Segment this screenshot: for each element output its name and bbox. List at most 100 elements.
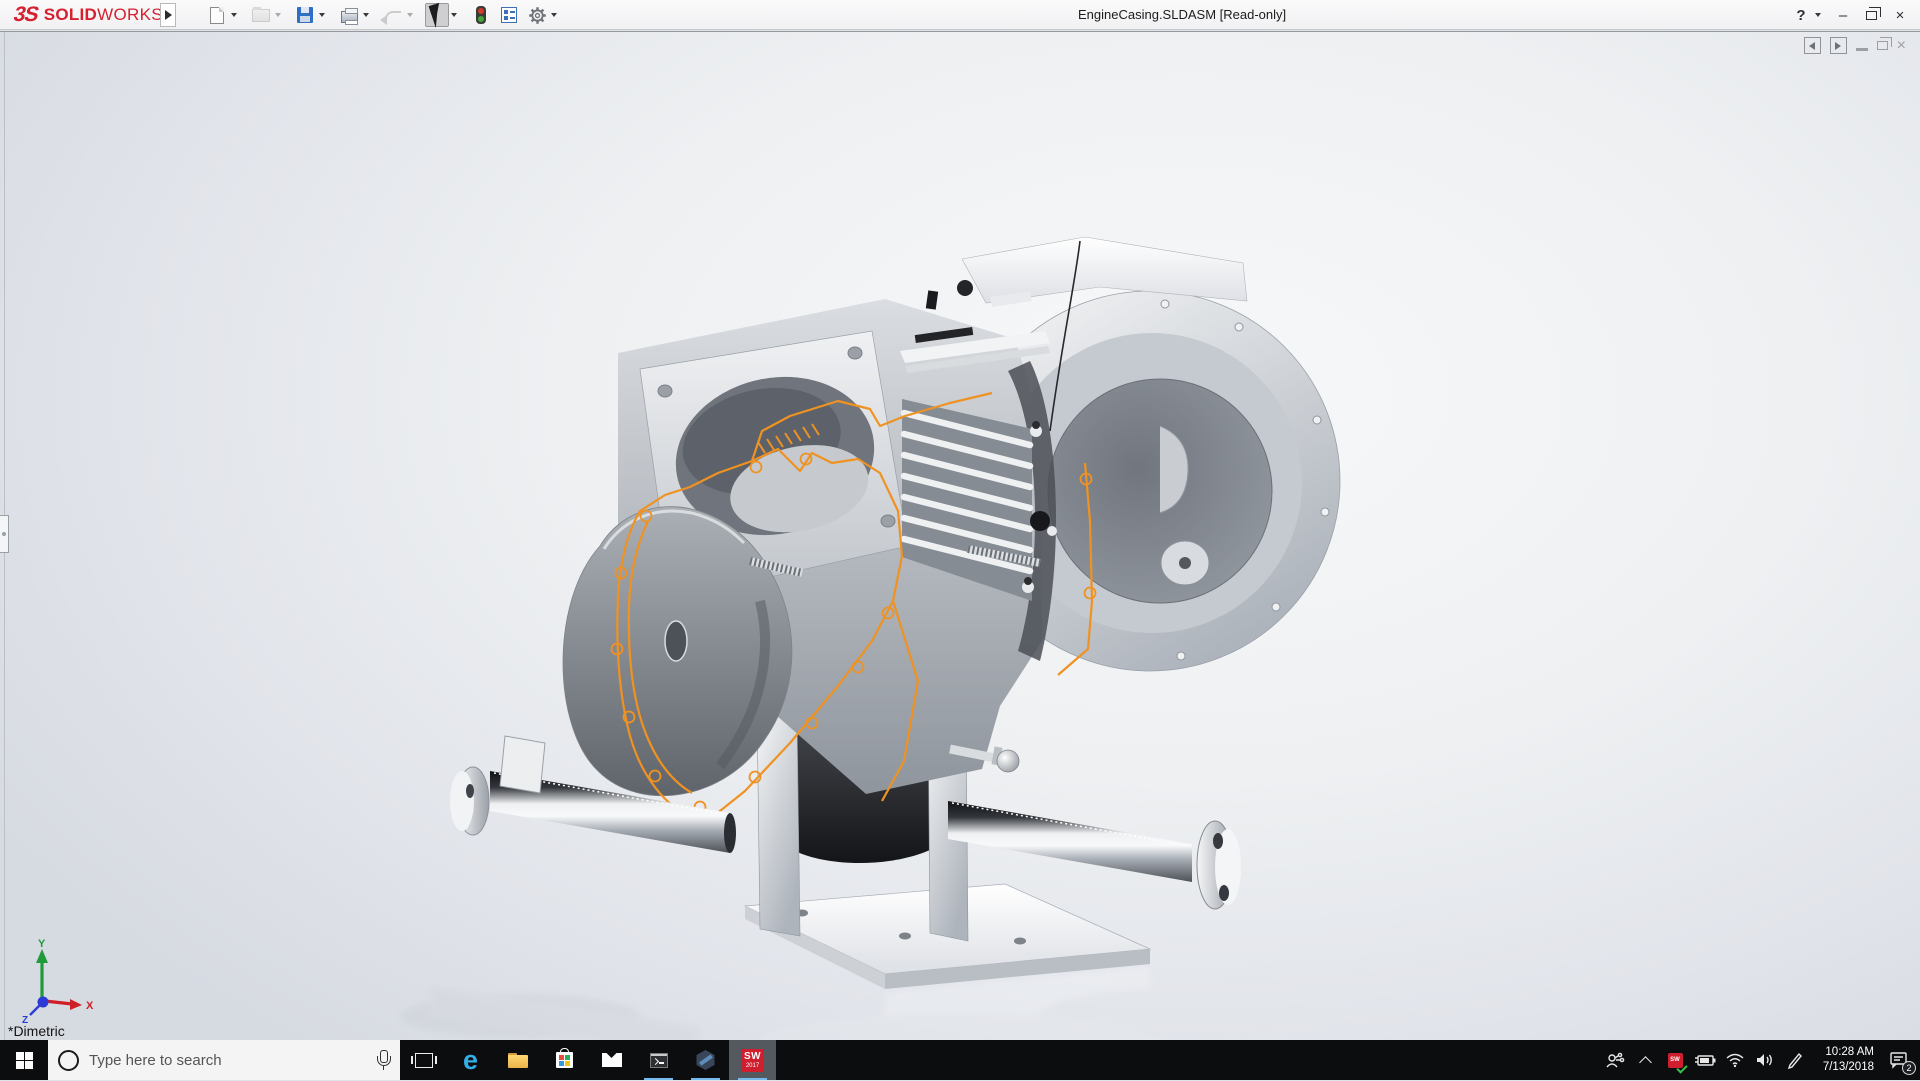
x-axis-label: X xyxy=(86,1000,94,1012)
print-icon xyxy=(341,11,358,23)
clock-time: 10:28 AM xyxy=(1825,1045,1874,1060)
save-floppy-icon xyxy=(297,7,313,23)
wifi-icon xyxy=(1725,1052,1745,1068)
taskbar-app-solidworks[interactable]: SW2017 xyxy=(729,1040,776,1080)
dropdown-arrow-icon xyxy=(451,13,457,17)
search-placeholder: Type here to search xyxy=(89,1052,366,1069)
x-axis-arrow-icon xyxy=(70,999,82,1010)
hidden-icons-button[interactable] xyxy=(1630,1040,1660,1080)
new-dropdown[interactable] xyxy=(229,3,239,27)
task-view-icon xyxy=(415,1053,433,1068)
title-bar: 3S SOLIDWORKS xyxy=(0,0,1920,30)
save-button[interactable] xyxy=(293,3,317,27)
orientation-triad: Y X Z xyxy=(12,937,102,1027)
list-pane-icon xyxy=(501,7,517,23)
undo-button[interactable] xyxy=(381,3,405,27)
dropdown-arrow-icon xyxy=(407,13,413,17)
command-prompt-icon xyxy=(650,1053,668,1068)
quick-access-toolbar xyxy=(205,0,569,30)
engine-casing-model[interactable] xyxy=(0,1,1920,1081)
window-controls: ? – × xyxy=(1793,0,1912,30)
cortana-icon xyxy=(58,1050,79,1071)
options-button[interactable] xyxy=(525,3,549,27)
clock-date: 7/13/2018 xyxy=(1823,1060,1874,1075)
sw-monitor-icon: SW xyxy=(1668,1053,1683,1068)
taskbar-clock[interactable]: 10:28 AM 7/13/2018 xyxy=(1810,1040,1878,1080)
save-dropdown[interactable] xyxy=(317,3,327,27)
taskbar-apps: e SW2017 xyxy=(400,1040,776,1080)
taskbar-search-input[interactable]: Type here to search xyxy=(48,1040,400,1080)
sw-resource-monitor[interactable]: SW xyxy=(1660,1040,1690,1080)
brand-name-light: WORKS xyxy=(97,5,163,25)
dropdown-arrow-icon xyxy=(275,13,281,17)
restore-button[interactable] xyxy=(1866,11,1877,20)
windows-taskbar: Type here to search e SW2017 xyxy=(0,1040,1920,1080)
taskbar-app-file-explorer[interactable] xyxy=(494,1040,541,1080)
mail-icon xyxy=(602,1053,622,1067)
taskbar-app-task-view[interactable] xyxy=(400,1040,447,1080)
solidworks-2017-icon: SW2017 xyxy=(741,1049,764,1072)
file-explorer-icon xyxy=(508,1053,528,1068)
windows-ink[interactable] xyxy=(1780,1040,1810,1080)
select-dropdown[interactable] xyxy=(449,3,459,27)
notification-badge: 2 xyxy=(1902,1061,1916,1075)
chevron-up-icon xyxy=(1639,1056,1652,1069)
print-dropdown[interactable] xyxy=(361,3,371,27)
select-tool-button[interactable] xyxy=(425,3,449,27)
edge-icon: e xyxy=(463,1047,478,1073)
select-cursor-icon xyxy=(428,2,446,27)
solidworks-logo: 3S SOLIDWORKS xyxy=(14,2,163,28)
store-icon xyxy=(556,1052,573,1068)
new-document-icon xyxy=(210,7,224,24)
dropdown-arrow-icon xyxy=(319,13,325,17)
battery-icon xyxy=(1694,1053,1716,1067)
flyout-arrow-icon xyxy=(165,10,172,20)
taskbar-app-edge[interactable]: e xyxy=(447,1040,494,1080)
gear-icon xyxy=(528,6,547,25)
y-axis-label: Y xyxy=(38,938,46,950)
minimize-button[interactable]: – xyxy=(1831,7,1855,24)
edrawings-hexagon-icon xyxy=(696,1050,716,1070)
pen-icon xyxy=(1786,1051,1804,1069)
people-icon xyxy=(1605,1051,1625,1069)
speaker-icon xyxy=(1755,1052,1775,1068)
network-status[interactable] xyxy=(1720,1040,1750,1080)
print-button[interactable] xyxy=(337,3,361,27)
open-button[interactable] xyxy=(249,3,273,27)
system-tray: SW 10:28 AM 7/13/2018 xyxy=(1600,1040,1920,1080)
close-button[interactable]: × xyxy=(1888,7,1912,24)
microphone-icon[interactable] xyxy=(376,1050,390,1070)
options-dropdown[interactable] xyxy=(549,3,559,27)
taskbar-app-mail[interactable] xyxy=(588,1040,635,1080)
help-button[interactable]: ? xyxy=(1793,7,1809,24)
dassault-ds-icon: 3S xyxy=(11,3,41,27)
brand-name-bold: SOLID xyxy=(44,5,97,25)
dropdown-arrow-icon xyxy=(231,13,237,17)
undo-arrow-icon xyxy=(385,11,401,23)
volume-control[interactable] xyxy=(1750,1040,1780,1080)
new-document-button[interactable] xyxy=(205,3,229,27)
component-list-button[interactable] xyxy=(497,3,521,27)
people-button[interactable] xyxy=(1600,1040,1630,1080)
help-dropdown-icon[interactable] xyxy=(1815,13,1821,17)
right-shaft xyxy=(948,746,1241,909)
power-status[interactable] xyxy=(1690,1040,1720,1080)
windows-logo-icon xyxy=(16,1052,33,1069)
open-folder-icon xyxy=(252,9,270,22)
taskbar-app-store[interactable] xyxy=(541,1040,588,1080)
dropdown-arrow-icon xyxy=(551,13,557,17)
action-center-button[interactable]: 2 xyxy=(1878,1040,1920,1080)
dropdown-arrow-icon xyxy=(363,13,369,17)
document-title: EngineCasing.SLDASM [Read-only] xyxy=(1078,7,1286,22)
view-orientation-label: *Dimetric xyxy=(8,1023,65,1039)
graphics-viewport[interactable]: × xyxy=(0,31,1920,1040)
undo-dropdown[interactable] xyxy=(405,3,415,27)
display-lights-button[interactable] xyxy=(469,3,493,27)
taskbar-app-command-prompt[interactable] xyxy=(635,1040,682,1080)
start-button[interactable] xyxy=(0,1040,48,1080)
open-dropdown[interactable] xyxy=(273,3,283,27)
taskbar-app-edrawings[interactable] xyxy=(682,1040,729,1080)
y-axis-arrow-icon xyxy=(36,949,48,963)
traffic-light-icon xyxy=(476,6,486,24)
menu-flyout-button[interactable] xyxy=(160,3,176,27)
